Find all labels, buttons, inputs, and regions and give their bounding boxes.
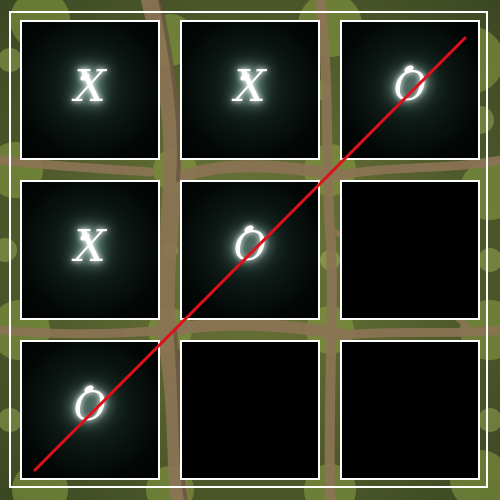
x-mark-icon: X (234, 61, 266, 113)
board-cell-1-1[interactable]: X (20, 20, 160, 160)
o-mark-icon: O (393, 64, 427, 111)
o-mark-icon: O (73, 384, 107, 431)
board-cell-3-2[interactable] (180, 340, 320, 480)
board-cell-3-1[interactable]: O (20, 340, 160, 480)
board-cell-1-2[interactable]: X (180, 20, 320, 160)
tic-tac-toe-board: X X O X O O (0, 0, 500, 500)
board-cell-2-3[interactable] (340, 180, 480, 320)
board-cell-2-2[interactable]: O (180, 180, 320, 320)
o-mark-icon: O (233, 224, 267, 271)
board-cell-2-1[interactable]: X (20, 180, 160, 320)
board-cell-3-3[interactable] (340, 340, 480, 480)
x-mark-icon: X (74, 221, 106, 273)
game-scene: X X O X O O (0, 0, 500, 500)
x-mark-icon: X (74, 61, 106, 113)
board-cell-1-3[interactable]: O (340, 20, 480, 160)
